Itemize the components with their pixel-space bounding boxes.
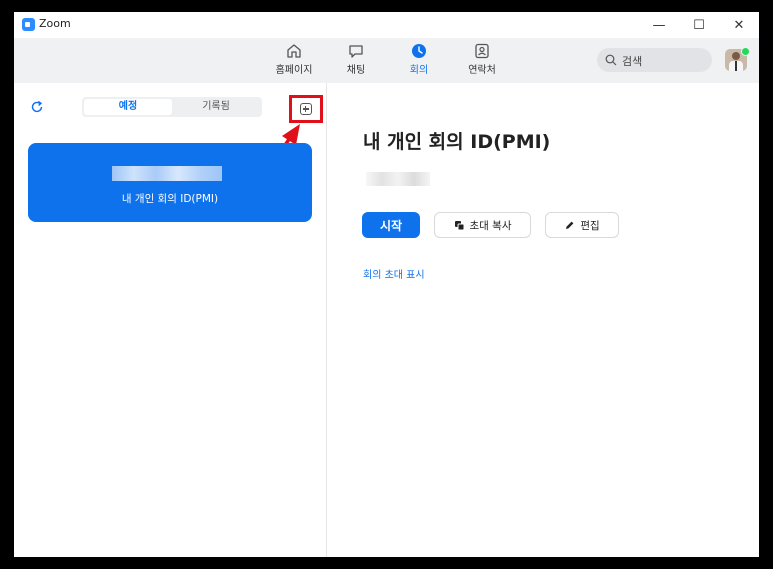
pencil-icon [566,221,574,229]
nav-tab-chat[interactable]: 채팅 [326,42,386,76]
top-navigation: 홈페이지 채팅 회의 연락처 검색 [14,38,759,83]
contacts-icon [475,43,489,59]
nav-tab-home[interactable]: 홈페이지 [264,42,324,76]
tab-upcoming[interactable]: 예정 [84,99,172,115]
chat-icon [349,45,363,58]
search-placeholder: 검색 [622,55,643,68]
nav-tab-label: 홈페이지 [275,65,313,76]
search-box[interactable]: 검색 [597,48,712,72]
copy-invitation-button[interactable]: 초대 복사 [434,212,531,238]
add-meeting-icon[interactable] [300,103,312,115]
edit-button[interactable]: 편집 [545,212,619,238]
zoom-logo-icon [22,18,35,31]
edit-label: 편집 [580,219,600,232]
zoom-window: Zoom — ☐ ✕ 홈페이지 채팅 회의 연락처 검색 예정 기록됨 내 개인… [14,12,759,557]
start-button-label: 시작 [379,218,403,233]
meetings-list-pane: 예정 기록됨 내 개인 회의 ID(PMI) [14,83,327,557]
copy-icon [454,220,464,230]
copy-invitation-label: 초대 복사 [469,219,512,232]
clock-icon [412,44,426,58]
presence-status-icon [741,47,750,56]
title-bar: Zoom — ☐ ✕ [14,12,759,38]
search-icon [605,54,617,66]
page-title: 내 개인 회의 ID(PMI) [363,131,551,153]
minimize-button[interactable]: — [637,12,681,38]
maximize-button[interactable]: ☐ [677,12,721,38]
refresh-icon[interactable] [30,100,44,114]
nav-tab-label: 연락처 [468,65,496,76]
nav-tab-meetings[interactable]: 회의 [389,42,449,76]
pmi-card[interactable]: 내 개인 회의 ID(PMI) [28,143,312,222]
nav-tab-label: 채팅 [346,65,366,76]
tab-recorded[interactable]: 기록됨 [172,99,260,115]
window-title: Zoom [39,17,71,30]
meetings-tab-switch: 예정 기록됨 [82,97,262,117]
close-button[interactable]: ✕ [717,12,759,38]
highlight-box [289,95,323,123]
pmi-id-redacted [366,172,430,186]
nav-tab-contacts[interactable]: 연락처 [452,42,512,76]
pmi-number-redacted [112,166,222,181]
pmi-card-label: 내 개인 회의 ID(PMI) [121,193,219,205]
nav-tab-label: 회의 [409,65,429,76]
home-icon [287,44,301,58]
show-invitation-link[interactable]: 회의 초대 표시 [363,266,425,281]
start-button[interactable]: 시작 [362,212,420,238]
